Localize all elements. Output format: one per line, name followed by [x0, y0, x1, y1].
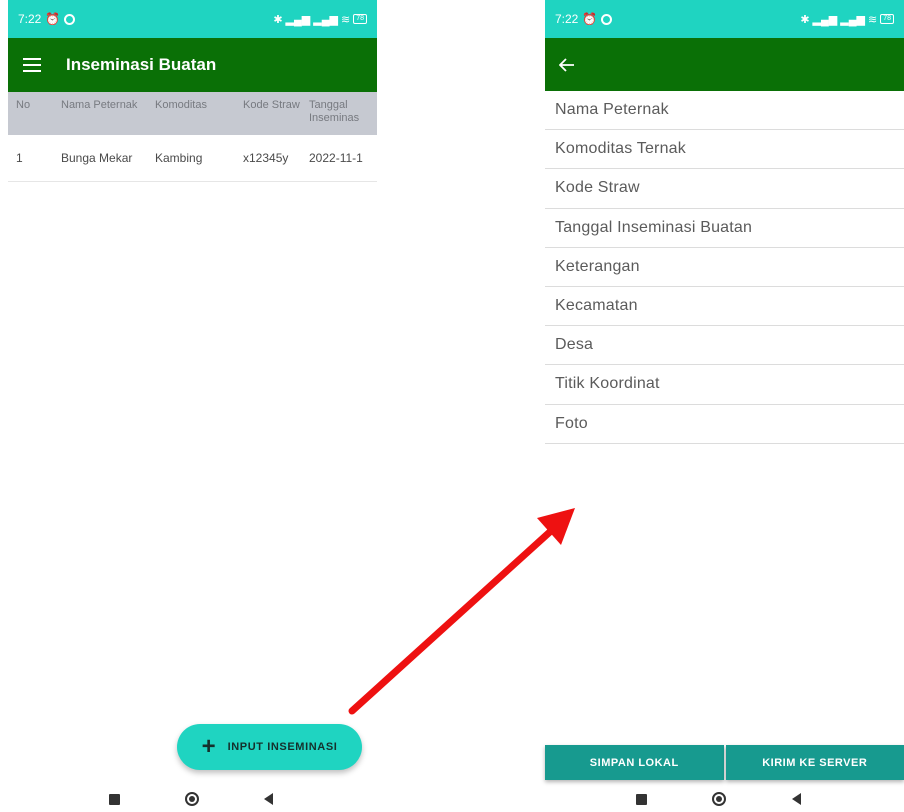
input-inseminasi-button[interactable]: + INPUT INSEMINASI [177, 724, 362, 770]
app-bar: Inseminasi Buatan [8, 38, 377, 92]
field-label: Titik Koordinat [555, 375, 660, 393]
field-label: Kode Straw [555, 179, 640, 197]
status-bar: 7:22 ⏰ ✱ ▂▄▆ ▂▄▆ ≋ 78 [8, 0, 377, 38]
signal-icon-2: ▂▄▆ [313, 13, 338, 26]
signal-icon-2: ▂▄▆ [840, 13, 865, 26]
back-nav-icon[interactable] [792, 793, 802, 805]
titik-koordinat-field[interactable]: Titik Koordinat [545, 365, 904, 405]
inseminasi-form: Nama Peternak Komoditas Ternak Kode Stra… [545, 91, 904, 444]
form-screen: 7:22 ⏰ ✱ ▂▄▆ ▂▄▆ ≋ 78 Nama Peternak Komo… [545, 0, 904, 812]
bluetooth-icon: ✱ [800, 13, 810, 26]
tanggal-inseminasi-field[interactable]: Tanggal Inseminasi Buatan [545, 209, 904, 248]
status-bar: 7:22 ⏰ ✱ ▂▄▆ ▂▄▆ ≋ 78 [545, 0, 904, 38]
back-arrow-icon[interactable] [545, 43, 589, 87]
header-no[interactable]: No [8, 99, 61, 112]
page-title: Inseminasi Buatan [66, 55, 217, 74]
inseminasi-table: No Nama Peternak Komoditas Kode Straw Ta… [8, 92, 377, 182]
simpan-lokal-button[interactable]: SIMPAN LOKAL [545, 745, 724, 780]
battery-icon: 78 [353, 14, 367, 24]
hamburger-menu-icon[interactable] [8, 41, 56, 89]
signal-icon: ▂▄▆ [285, 13, 311, 26]
form-actions: SIMPAN LOKAL KIRIM KE SERVER [545, 745, 904, 780]
cell-no: 1 [16, 151, 23, 165]
kirim-ke-server-button[interactable]: KIRIM KE SERVER [725, 745, 904, 780]
table-header: No Nama Peternak Komoditas Kode Straw Ta… [8, 92, 377, 135]
cell-komoditas: Kambing [155, 151, 203, 165]
field-label: Komoditas Ternak [555, 140, 686, 158]
header-kode-straw[interactable]: Kode Straw [243, 99, 309, 112]
keterangan-field[interactable]: Keterangan [545, 248, 904, 287]
foto-field[interactable]: Foto [545, 405, 904, 444]
wifi-icon: ≋ [340, 13, 351, 26]
system-nav-bar [545, 786, 904, 812]
kecamatan-field[interactable]: Kecamatan [545, 287, 904, 327]
recent-apps-icon[interactable] [635, 793, 647, 805]
fab-label: INPUT INSEMINASI [227, 741, 338, 753]
sync-icon [64, 13, 76, 25]
field-label: Foto [555, 414, 588, 432]
plus-icon: + [201, 733, 216, 760]
cell-kode-straw: x12345y [243, 151, 289, 165]
table-row[interactable]: 1 Bunga Mekar Kambing x12345y 2022-11-1 [8, 135, 377, 182]
sync-icon [601, 13, 613, 25]
alarm-icon: ⏰ [582, 12, 598, 26]
header-komoditas[interactable]: Komoditas [155, 99, 243, 112]
signal-icon: ▂▄▆ [812, 13, 838, 26]
desa-field[interactable]: Desa [545, 326, 904, 366]
field-label: Desa [555, 336, 594, 354]
home-icon[interactable] [184, 792, 199, 806]
komoditas-ternak-field[interactable]: Komoditas Ternak [545, 130, 904, 170]
recent-apps-icon[interactable] [108, 793, 120, 805]
status-time: 7:22 [555, 12, 579, 26]
alarm-icon: ⏰ [45, 12, 61, 26]
battery-icon: 78 [880, 14, 894, 24]
kode-straw-field[interactable]: Kode Straw [545, 169, 904, 209]
wifi-icon: ≋ [867, 13, 878, 26]
app-bar [545, 38, 904, 91]
field-label: Tanggal Inseminasi Buatan [555, 218, 753, 236]
status-time: 7:22 [18, 12, 42, 26]
header-tanggal[interactable]: Tanggal Inseminas [309, 99, 377, 125]
field-label: Keterangan [555, 257, 640, 275]
list-screen: 7:22 ⏰ ✱ ▂▄▆ ▂▄▆ ≋ 78 Inseminasi Buatan … [8, 0, 377, 812]
system-nav-bar [8, 786, 377, 812]
field-label: Kecamatan [555, 297, 638, 315]
home-icon[interactable] [712, 792, 727, 806]
field-label: Nama Peternak [555, 101, 669, 119]
header-nama-peternak[interactable]: Nama Peternak [61, 99, 155, 112]
bluetooth-icon: ✱ [273, 13, 283, 26]
cell-nama-peternak: Bunga Mekar [61, 151, 133, 165]
back-nav-icon[interactable] [263, 793, 273, 805]
nama-peternak-field[interactable]: Nama Peternak [545, 91, 904, 131]
cell-tanggal: 2022-11-1 [309, 151, 363, 165]
